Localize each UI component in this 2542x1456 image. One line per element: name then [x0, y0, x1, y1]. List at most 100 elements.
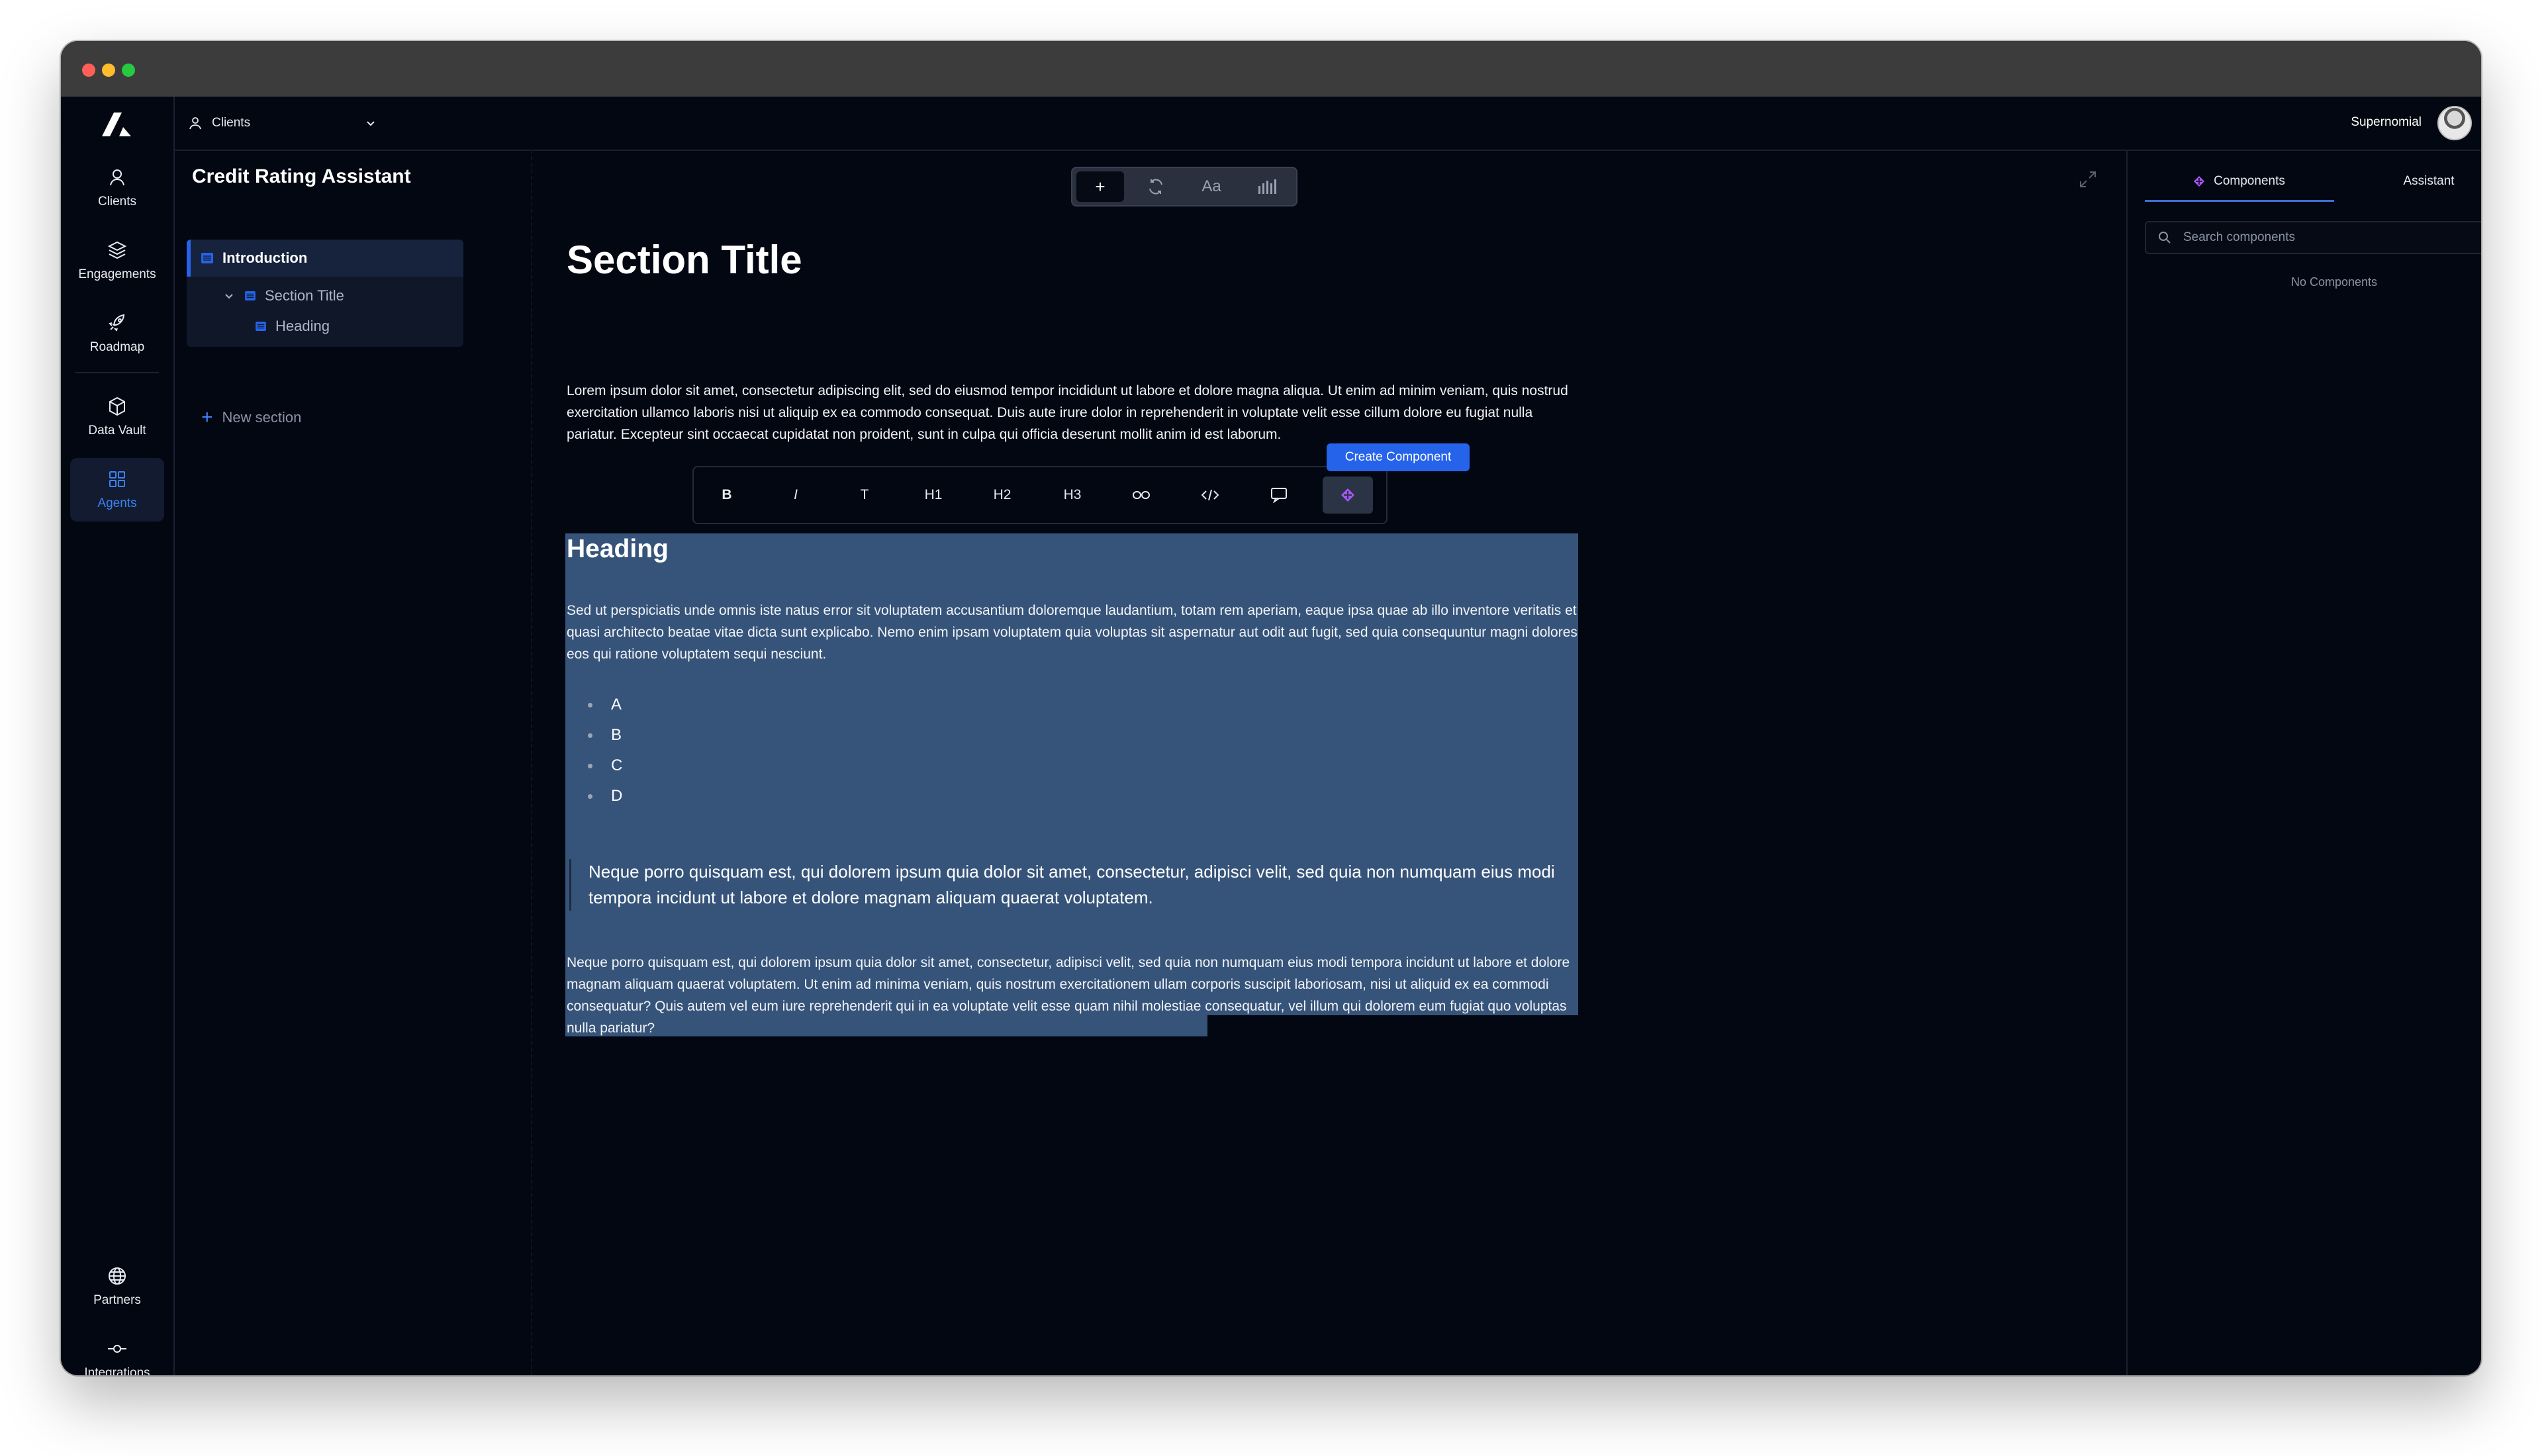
document-title[interactable]: Section Title — [567, 237, 802, 283]
section-icon — [245, 291, 256, 300]
intro-paragraph[interactable]: Lorem ipsum dolor sit amet, consectetur … — [567, 380, 1583, 445]
text-icon: T — [860, 487, 869, 502]
component-icon — [1341, 488, 1354, 502]
rocket-icon — [109, 314, 125, 332]
nav-item-integrations[interactable]: Integrations — [70, 1328, 164, 1375]
minimize-window-button[interactable] — [102, 64, 115, 77]
tab-components[interactable]: Components — [2145, 163, 2334, 202]
nav-item-label: Roadmap — [89, 340, 145, 354]
list-item[interactable]: B — [588, 720, 622, 751]
search-input[interactable] — [2182, 230, 2481, 246]
component-button[interactable] — [1323, 477, 1373, 514]
nav-item-clients[interactable]: Clients — [70, 156, 164, 220]
h1-button[interactable]: H1 — [908, 477, 959, 514]
nav-item-roadmap[interactable]: Roadmap — [70, 302, 164, 365]
nav-item-label: Agents — [97, 496, 137, 510]
outline-item-label: Heading — [275, 318, 330, 334]
expand-icon[interactable] — [2078, 169, 2098, 189]
new-section-button[interactable]: + New section — [201, 408, 301, 428]
list-item-text: B — [611, 726, 622, 744]
outline-tree: Introduction Section Title Heading — [187, 240, 463, 347]
tab-assistant[interactable]: Assistant — [2334, 163, 2481, 200]
body-paragraph[interactable]: Sed ut perspiciatis unde omnis iste natu… — [567, 600, 1583, 665]
tab-label: Assistant — [2403, 174, 2455, 188]
client-selector-label: Clients — [212, 116, 251, 130]
logo-icon[interactable] — [101, 110, 134, 139]
code-button[interactable] — [1185, 477, 1235, 514]
bold-button[interactable]: B — [702, 477, 752, 514]
h3-icon: H3 — [1063, 487, 1082, 502]
document-heading[interactable]: Heading — [567, 535, 669, 564]
new-section-label: New section — [222, 409, 302, 426]
chevron-down-icon[interactable] — [224, 291, 234, 301]
search-components-field[interactable] — [2145, 221, 2481, 254]
nav-divider — [75, 372, 159, 373]
refresh-button[interactable] — [1132, 171, 1180, 202]
list-item-text: A — [611, 696, 622, 713]
user-name: Supernomial — [2351, 115, 2422, 129]
h2-button[interactable]: H2 — [977, 477, 1027, 514]
h2-icon: H2 — [993, 487, 1012, 502]
outline-item-heading[interactable]: Heading — [256, 318, 330, 335]
comment-icon — [1271, 488, 1287, 503]
comment-button[interactable] — [1254, 477, 1304, 514]
layers-icon — [107, 241, 127, 259]
right-panel: Components Assistant No Components — [2126, 150, 2481, 1375]
client-selector[interactable]: Clients — [188, 110, 387, 136]
outline-item-section-title[interactable]: Section Title — [224, 287, 344, 304]
user-icon — [189, 117, 201, 130]
integration-icon — [108, 1345, 126, 1353]
search-icon — [2159, 232, 2171, 244]
nav-item-label: Data Vault — [88, 424, 146, 437]
nav-item-partners[interactable]: Partners — [70, 1255, 164, 1318]
outline-item-label: Section Title — [265, 287, 344, 304]
outline-panel: Credit Rating Assistant Introduction Sec… — [173, 150, 532, 1375]
nav-item-engagements[interactable]: Engagements — [70, 229, 164, 293]
text-button[interactable]: T — [839, 477, 890, 514]
list-item[interactable]: C — [588, 751, 622, 781]
maximize-window-button[interactable] — [122, 64, 135, 77]
list-item[interactable]: A — [588, 690, 622, 720]
blockquote[interactable]: Neque porro quisquam est, qui dolorem ip… — [569, 859, 1576, 911]
nav-item-label: Integrations — [84, 1366, 150, 1375]
italic-icon: I — [794, 487, 798, 502]
globe-icon — [109, 1267, 126, 1285]
nav-item-label: Partners — [93, 1293, 141, 1307]
typography-button[interactable]: Aa — [1188, 171, 1235, 202]
tab-label: Components — [2214, 174, 2285, 188]
box-icon — [109, 396, 125, 416]
close-window-button[interactable] — [82, 64, 95, 77]
link-button[interactable] — [1116, 477, 1166, 514]
italic-button[interactable]: I — [771, 477, 821, 514]
link-icon — [1133, 491, 1150, 499]
section-icon — [201, 253, 213, 263]
section-icon — [256, 322, 266, 331]
h1-icon: H1 — [924, 487, 943, 502]
nav-item-agents[interactable]: Agents — [70, 458, 164, 522]
outline-item-introduction[interactable]: Introduction — [187, 240, 463, 277]
list-item-text: C — [611, 756, 623, 774]
plus-icon: + — [201, 406, 213, 428]
add-block-button[interactable]: + — [1076, 171, 1124, 202]
chart-button[interactable] — [1243, 171, 1291, 202]
editor: + Aa Section Title Lorem ipsum dolor sit… — [532, 150, 2126, 1375]
nav-item-label: Clients — [97, 195, 137, 208]
h3-button[interactable]: H3 — [1047, 477, 1098, 514]
list-item-text: D — [611, 787, 623, 805]
user-icon — [110, 169, 124, 186]
empty-state: No Components — [2290, 275, 2378, 289]
block-toolbar: + Aa — [1071, 167, 1297, 206]
list-item[interactable]: D — [588, 781, 622, 811]
create-component-button[interactable]: Create Component — [1327, 443, 1470, 471]
bold-icon: B — [722, 487, 732, 502]
component-icon — [2194, 176, 2205, 187]
code-icon — [1201, 489, 1219, 501]
closing-paragraph[interactable]: Neque porro quisquam est, qui dolorem ip… — [567, 952, 1583, 1039]
avatar[interactable] — [2437, 106, 2472, 140]
nav-item-data-vault[interactable]: Data Vault — [70, 385, 164, 449]
app-window: Clients Engagements Roadmap Data Vault A… — [61, 41, 2481, 1375]
left-nav: Clients Engagements Roadmap Data Vault A… — [61, 97, 175, 1375]
page-title: Credit Rating Assistant — [192, 165, 411, 187]
typography-icon: Aa — [1201, 177, 1221, 195]
outline-item-label: Introduction — [222, 250, 308, 266]
